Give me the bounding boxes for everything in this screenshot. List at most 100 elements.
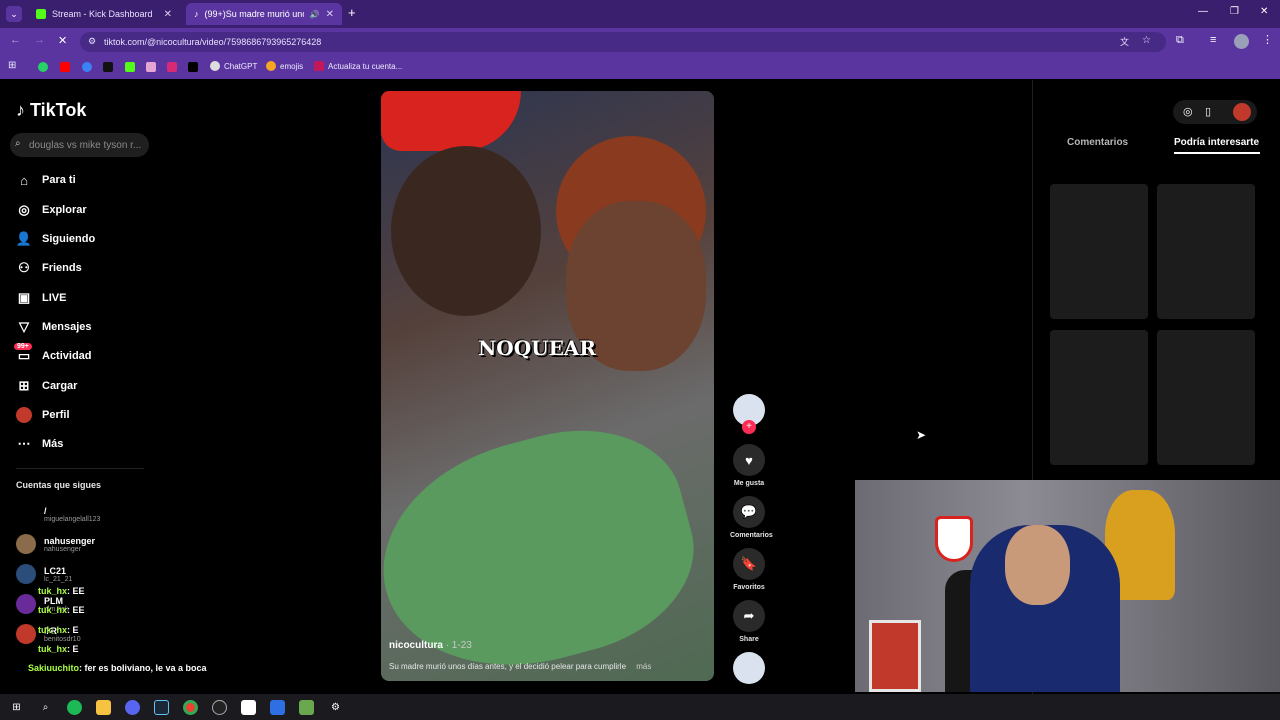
more-link[interactable]: más [636,662,651,671]
nav-para-ti[interactable]: ⌂ Para ti [16,170,76,190]
nav-explorar[interactable]: ◎ Explorar [16,200,86,220]
share-icon: ➦ [733,600,765,632]
recommended-thumbnail[interactable] [1050,184,1148,319]
following-account[interactable]: / miguelangelall123 [16,504,100,524]
bookmark-star-icon[interactable]: ☆ [1142,35,1151,46]
tab-tiktok-video[interactable]: ♪ (99+)Su madre murió unos 🔊 ✕ [186,3,342,25]
compass-small-icon[interactable]: ◎ [1183,105,1193,118]
x-icon[interactable] [188,62,198,72]
obs-icon[interactable] [212,699,227,715]
discord-icon[interactable] [125,699,140,715]
new-tab-button[interactable]: + [348,5,356,20]
whatsapp-icon[interactable] [38,62,48,72]
tiktok-bookmark-icon[interactable] [103,62,113,72]
chat-user: tuk_hx [38,625,68,635]
nav-label: Friends [42,262,82,274]
messenger-icon[interactable] [82,62,92,72]
comments-button[interactable]: 💬 Comentarios [730,496,773,539]
minecraft-icon[interactable] [299,699,314,715]
search-taskbar-icon[interactable]: ⌕ [38,700,53,715]
close-icon[interactable]: ✕ [164,9,172,20]
bookmark-label: emojis [280,61,304,71]
search-input[interactable]: ⌕ douglas vs mike tyson r... [10,133,149,157]
tab-comentarios[interactable]: Comentarios [1067,137,1128,148]
close-window-icon[interactable]: ✕ [1260,6,1268,17]
following-account[interactable]: nahusenger nahusenger [16,534,95,554]
phone-icon[interactable]: ▯ [1205,105,1211,118]
settings-icon[interactable]: ⚙ [328,700,343,715]
apps-icon[interactable]: ⊞ [8,60,16,71]
tab-title: (99+)Su madre murió unos [204,9,304,19]
nav-mensajes[interactable]: ▽ Mensajes [16,317,92,337]
nav-perfil[interactable]: Perfil [16,405,70,425]
bookmark-chatgpt[interactable]: ChatGPT [210,61,257,71]
chrome-icon[interactable] [183,699,198,715]
mail-icon[interactable] [146,62,156,72]
nav-friends[interactable]: ⚇ Friends [16,258,82,278]
bookmark-actualiza[interactable]: Actualiza tu cuenta... [314,61,402,71]
like-label: Me gusta [733,480,765,487]
favorites-button[interactable]: 🔖 Favoritos [730,548,768,591]
webcam-overlay [855,480,1280,692]
chat-user: tuk_hx [38,644,68,654]
nav-cargar[interactable]: ⊞ Cargar [16,376,78,396]
author-avatar-button[interactable]: + [730,394,768,434]
stop-loading-icon[interactable]: ✕ [58,34,67,47]
capcut-icon[interactable] [241,699,256,715]
heart-icon: ♥ [733,444,765,476]
chat-text: : EE [67,605,85,615]
nav-siguiendo[interactable]: 👤 Siguiendo [16,229,95,249]
translate-icon[interactable]: 文 [1120,35,1129,48]
recommended-thumbnail[interactable] [1157,184,1255,319]
audio-icon[interactable]: 🔊 [310,10,320,19]
file-explorer-icon[interactable] [96,699,111,715]
recommended-thumbnail[interactable] [1050,330,1148,465]
app-blue-icon[interactable] [270,699,285,715]
like-button[interactable]: ♥ Me gusta [730,444,768,487]
profile-avatar[interactable] [1234,34,1249,49]
url-text: tiktok.com/@nicocultura/video/7598686793… [104,37,322,47]
tab-podria-interesarte[interactable]: Podría interesarte [1174,137,1259,148]
account-user: benitosdr10 [44,635,81,643]
emoji-icon [266,61,276,71]
steam-icon[interactable] [154,699,169,715]
site-info-icon[interactable]: ⚙ [88,36,96,47]
address-bar[interactable]: ⚙ tiktok.com/@nicocultura/video/75986867… [80,32,1166,52]
menu-icon[interactable]: ⋮ [1262,33,1273,46]
account-name: nahusenger [44,535,96,546]
video-player[interactable]: NOQUEAR nicocultura · 1-23 Su madre muri… [381,91,714,681]
recommended-thumbnail[interactable] [1157,330,1255,465]
browser-tab-bar: ⌄ Stream - Kick Dashboard ✕ ♪ (99+)Su ma… [0,0,1280,28]
chat-user: Sakiuuchito [28,663,80,673]
user-avatar[interactable] [1233,103,1251,121]
forward-icon[interactable]: → [34,34,45,46]
nav-mas[interactable]: ⋯ Más [16,434,64,454]
instagram-icon[interactable] [167,62,177,72]
share-button[interactable]: ➦ Share [730,600,768,643]
video-date: · 1-23 [445,640,472,651]
tab-kick-dashboard[interactable]: Stream - Kick Dashboard ✕ [28,3,180,25]
nav-label: Para ti [42,174,76,186]
nav-live[interactable]: ▣ LIVE [16,288,67,308]
tab-list-chevron-icon[interactable]: ⌄ [6,6,22,22]
following-account[interactable]: LC21 lc_21_21 [16,564,72,584]
minimize-icon[interactable]: — [1198,6,1208,17]
account-user: nahusenger [44,545,81,553]
follow-plus-icon[interactable]: + [742,420,756,434]
video-author[interactable]: nicocultura · 1-23 [389,640,472,651]
kick-bookmark-icon[interactable] [125,62,135,72]
kick-icon [36,9,46,19]
nav-actividad[interactable]: ▭ 99+ Actividad [14,343,92,366]
friends-icon: ⚇ [18,260,30,275]
spotify-icon[interactable] [67,699,82,715]
youtube-icon[interactable] [60,62,70,72]
restore-icon[interactable]: ❐ [1230,6,1239,17]
windows-start-icon[interactable]: ⊞ [9,700,24,715]
media-icon[interactable]: ≡ [1210,34,1216,46]
close-icon[interactable]: ✕ [326,9,334,20]
tiktok-logo[interactable]: ♪ TikTok [16,100,86,121]
back-icon[interactable]: ← [10,34,21,46]
music-disc-button[interactable] [730,652,768,684]
extensions-icon[interactable]: ⧉ [1176,34,1184,47]
bookmark-emojis[interactable]: emojis [266,61,303,71]
